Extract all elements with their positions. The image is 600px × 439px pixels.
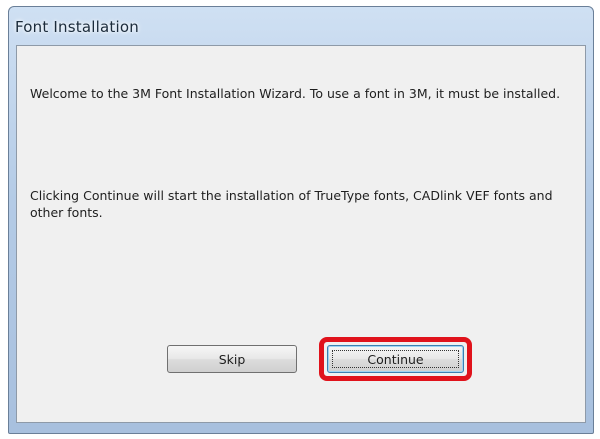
dialog-body: Welcome to the 3M Font Installation Wiza… [16, 45, 586, 423]
welcome-message: Welcome to the 3M Font Installation Wiza… [30, 86, 561, 101]
info-message: Clicking Continue will start the install… [30, 188, 553, 220]
continue-highlight-annotation [319, 337, 472, 381]
font-installation-dialog: Font Installation Welcome to the 3M Font… [8, 6, 594, 434]
title-bar[interactable]: Font Installation [9, 7, 593, 45]
window-title: Font Installation [15, 18, 139, 36]
skip-button-label: Skip [218, 351, 246, 367]
skip-button[interactable]: Skip [167, 345, 297, 373]
